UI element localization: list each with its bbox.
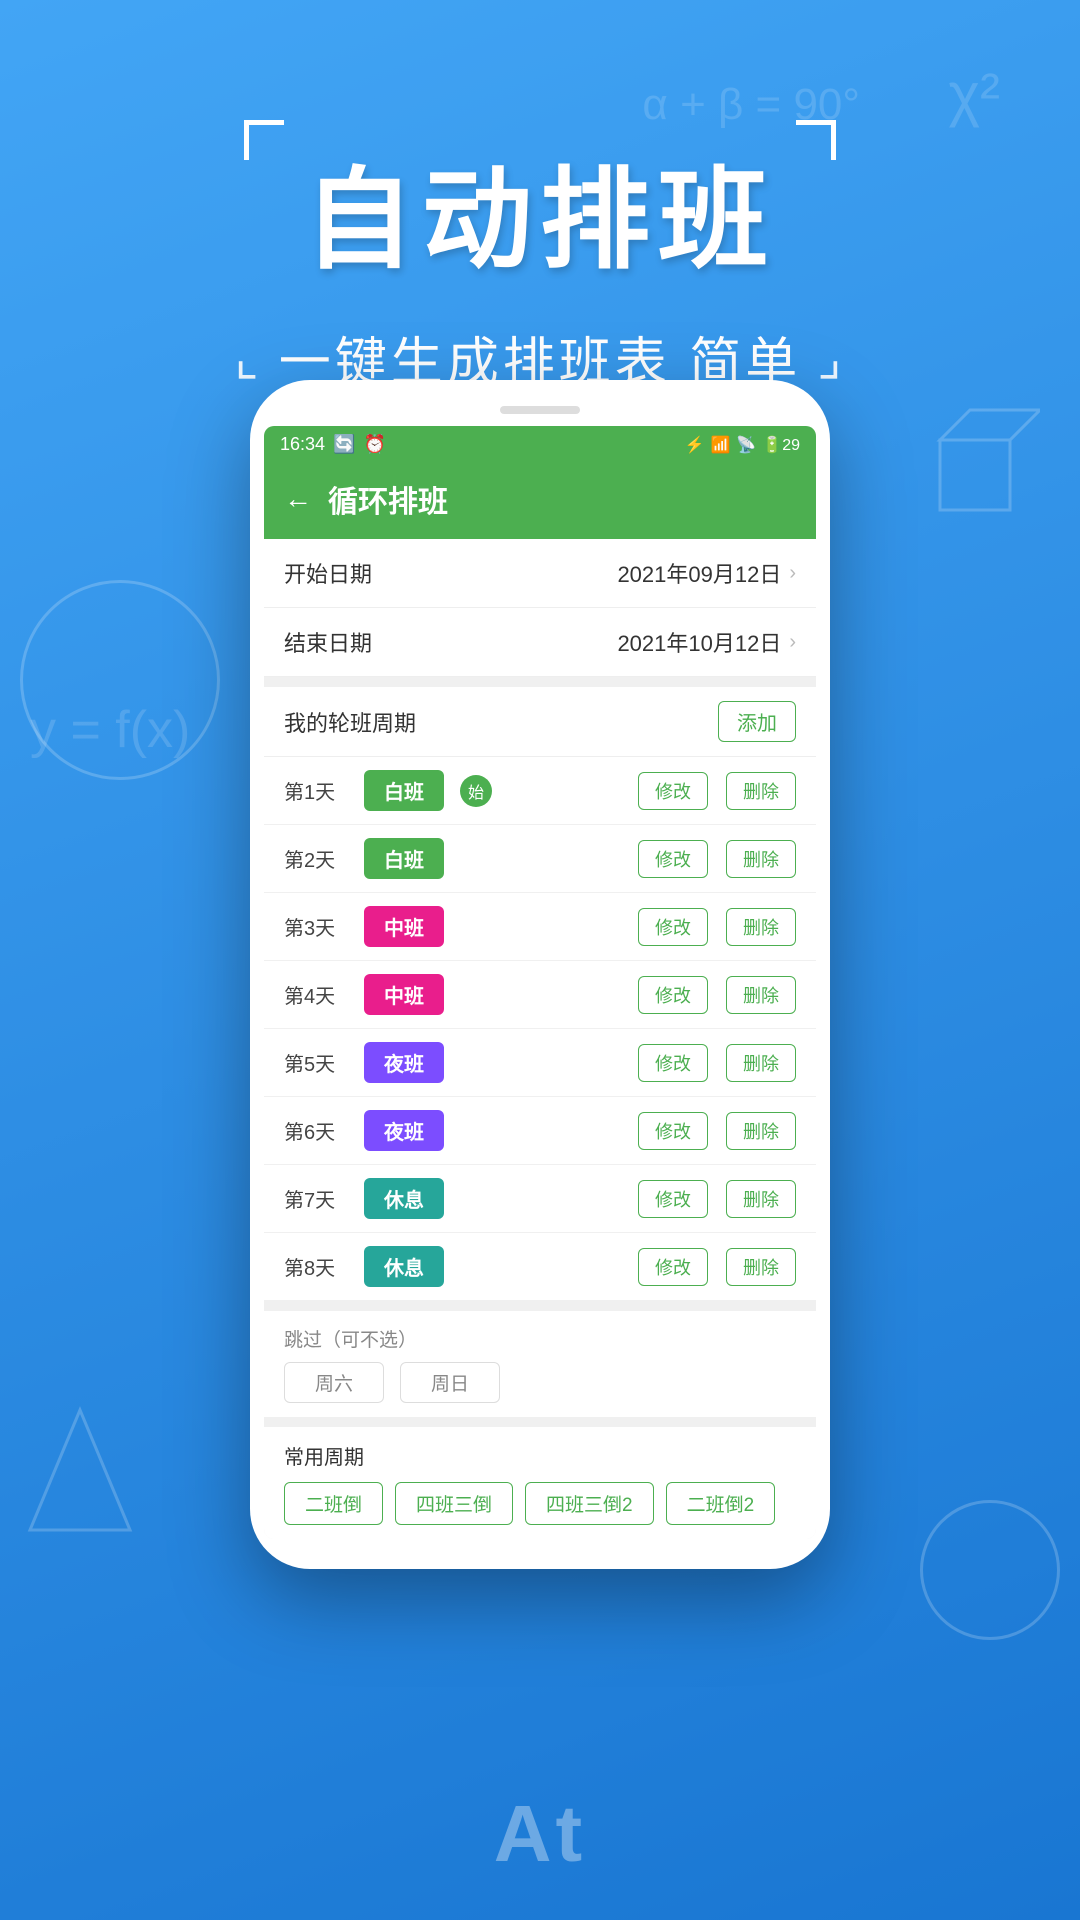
status-icon-sync: 🔄 bbox=[333, 434, 355, 455]
at-text: At bbox=[494, 1788, 586, 1880]
edit-shift-button[interactable]: 修改 bbox=[638, 908, 708, 946]
status-wifi-icon: 📡 bbox=[736, 435, 756, 455]
status-signal-icon: 📶 bbox=[710, 435, 730, 455]
shift-day-label: 第7天 bbox=[284, 1184, 354, 1213]
shift-row: 第8天休息 修改删除 bbox=[264, 1233, 816, 1301]
shift-row: 第4天中班 修改删除 bbox=[264, 961, 816, 1029]
shift-badge: 白班 bbox=[364, 838, 444, 879]
cycle-section-header: 我的轮班周期 添加 bbox=[264, 687, 816, 757]
start-indicator: 始 bbox=[460, 775, 492, 807]
edit-shift-button[interactable]: 修改 bbox=[638, 1112, 708, 1150]
edit-shift-button[interactable]: 修改 bbox=[638, 840, 708, 878]
shift-row: 第1天白班始 修改删除 bbox=[264, 757, 816, 825]
shift-row: 第2天白班 修改删除 bbox=[264, 825, 816, 893]
common-cycle-button[interactable]: 二班倒2 bbox=[666, 1482, 776, 1525]
edit-shift-button[interactable]: 修改 bbox=[638, 772, 708, 810]
status-time: 16:34 bbox=[280, 434, 325, 455]
shift-list: 第1天白班始修改删除第2天白班修改删除第3天中班修改删除第4天中班修改删除第5天… bbox=[264, 757, 816, 1301]
common-options: 二班倒四班三倒四班三倒2 二班倒2 bbox=[284, 1482, 796, 1525]
start-date-label: 开始日期 bbox=[284, 557, 617, 589]
math-deco-1: χ² bbox=[949, 60, 1000, 129]
cycle-section-label: 我的轮班周期 bbox=[284, 706, 718, 738]
shift-badge: 休息 bbox=[364, 1178, 444, 1219]
status-battery: 🔋29 bbox=[762, 435, 800, 455]
delete-shift-button[interactable]: 删除 bbox=[726, 976, 796, 1014]
back-button[interactable]: ← bbox=[284, 483, 312, 515]
common-cycle-button[interactable]: 四班三倒 bbox=[395, 1482, 513, 1525]
deco-circle-1 bbox=[20, 580, 220, 780]
add-cycle-button[interactable]: 添加 bbox=[718, 701, 796, 742]
bottom-area: At bbox=[0, 1700, 1080, 1920]
start-date-chevron-icon: › bbox=[789, 562, 796, 585]
status-bar: 16:34 🔄 ⏰ ⚡ 📶 📡 🔋29 bbox=[264, 426, 816, 463]
delete-shift-button[interactable]: 删除 bbox=[726, 1248, 796, 1286]
delete-shift-button[interactable]: 删除 bbox=[726, 1044, 796, 1082]
delete-shift-button[interactable]: 删除 bbox=[726, 840, 796, 878]
common-cycle-button[interactable]: 四班三倒2 bbox=[525, 1482, 654, 1525]
bracket-left: ⌞ bbox=[234, 328, 262, 388]
shift-badge: 休息 bbox=[364, 1246, 444, 1287]
shift-row: 第5天夜班 修改删除 bbox=[264, 1029, 816, 1097]
end-date-row[interactable]: 结束日期 2021年10月12日 › bbox=[264, 608, 816, 677]
phone-top bbox=[264, 398, 816, 422]
shift-badge: 白班 bbox=[364, 770, 444, 811]
skip-sunday-button[interactable]: 周日 bbox=[400, 1362, 500, 1403]
hero-title: 自动排班 bbox=[304, 130, 776, 290]
app-title: 循环排班 bbox=[328, 477, 448, 521]
shift-day-label: 第6天 bbox=[284, 1116, 354, 1145]
bracket-tr bbox=[796, 120, 836, 160]
app-body: 开始日期 2021年09月12日 › 结束日期 2021年10月12日 › 我的… bbox=[264, 539, 816, 1539]
shift-badge: 夜班 bbox=[364, 1042, 444, 1083]
shift-day-label: 第5天 bbox=[284, 1048, 354, 1077]
hero-section: 自动排班 ⌞ 一键生成排班表 简单 ⌟ bbox=[0, 120, 1080, 395]
status-left: 16:34 🔄 ⏰ bbox=[280, 434, 386, 455]
edit-shift-button[interactable]: 修改 bbox=[638, 1248, 708, 1286]
shift-day-label: 第2天 bbox=[284, 844, 354, 873]
delete-shift-button[interactable]: 删除 bbox=[726, 772, 796, 810]
deco-circle-2 bbox=[920, 1500, 1060, 1640]
skip-title: 跳过（可不选） bbox=[284, 1325, 796, 1352]
start-date-value: 2021年09月12日 bbox=[617, 557, 781, 589]
edit-shift-button[interactable]: 修改 bbox=[638, 976, 708, 1014]
shift-day-label: 第1天 bbox=[284, 776, 354, 805]
shift-row: 第3天中班 修改删除 bbox=[264, 893, 816, 961]
deco-tri bbox=[20, 1400, 140, 1545]
delete-shift-button[interactable]: 删除 bbox=[726, 1112, 796, 1150]
end-date-value: 2021年10月12日 bbox=[617, 626, 781, 658]
app-header: ← 循环排班 bbox=[264, 463, 816, 539]
status-right: ⚡ 📶 📡 🔋29 bbox=[685, 435, 800, 455]
bracket-right: ⌟ bbox=[817, 328, 845, 388]
common-cycles-title: 常用周期 bbox=[284, 1441, 796, 1470]
skip-saturday-button[interactable]: 周六 bbox=[284, 1362, 384, 1403]
end-date-label: 结束日期 bbox=[284, 626, 617, 658]
edit-shift-button[interactable]: 修改 bbox=[638, 1044, 708, 1082]
status-icon-alarm: ⏰ bbox=[363, 434, 385, 455]
bracket-tl bbox=[244, 120, 284, 160]
screen: 16:34 🔄 ⏰ ⚡ 📶 📡 🔋29 ← 循环排班 bbox=[264, 426, 816, 1539]
shift-row: 第7天休息 修改删除 bbox=[264, 1165, 816, 1233]
deco-cube bbox=[920, 400, 1040, 525]
common-section: 常用周期 二班倒四班三倒四班三倒2 二班倒2 bbox=[264, 1427, 816, 1539]
delete-shift-button[interactable]: 删除 bbox=[726, 908, 796, 946]
shift-badge: 中班 bbox=[364, 974, 444, 1015]
shift-day-label: 第3天 bbox=[284, 912, 354, 941]
skip-section: 跳过（可不选） 周六 周日 bbox=[264, 1311, 816, 1417]
start-date-row[interactable]: 开始日期 2021年09月12日 › bbox=[264, 539, 816, 608]
delete-shift-button[interactable]: 删除 bbox=[726, 1180, 796, 1218]
shift-day-label: 第4天 bbox=[284, 980, 354, 1009]
phone-mockup: 16:34 🔄 ⏰ ⚡ 📶 📡 🔋29 ← 循环排班 bbox=[250, 380, 830, 1569]
phone-body: 16:34 🔄 ⏰ ⚡ 📶 📡 🔋29 ← 循环排班 bbox=[250, 380, 830, 1569]
end-date-chevron-icon: › bbox=[789, 631, 796, 654]
common-cycle-button[interactable]: 二班倒 bbox=[284, 1482, 383, 1525]
phone-speaker bbox=[500, 406, 580, 414]
status-bluetooth-icon: ⚡ bbox=[685, 435, 705, 455]
shift-badge: 夜班 bbox=[364, 1110, 444, 1151]
shift-day-label: 第8天 bbox=[284, 1252, 354, 1281]
shift-badge: 中班 bbox=[364, 906, 444, 947]
skip-options: 周六 周日 bbox=[284, 1362, 796, 1417]
shift-row: 第6天夜班 修改删除 bbox=[264, 1097, 816, 1165]
edit-shift-button[interactable]: 修改 bbox=[638, 1180, 708, 1218]
